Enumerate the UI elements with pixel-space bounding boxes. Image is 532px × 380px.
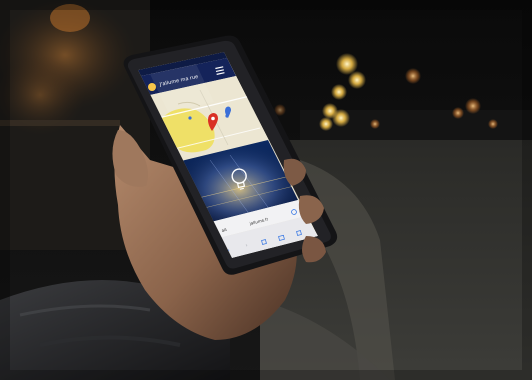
scene-svg: J'allume ma rue aA jallume.fr ‹ › (0, 0, 532, 380)
app-logo-icon (148, 83, 156, 91)
photo-scene: J'allume ma rue aA jallume.fr ‹ › (0, 0, 532, 380)
street-light (370, 119, 380, 129)
street-light (405, 68, 421, 84)
map-dot (188, 116, 192, 120)
street-light (452, 107, 464, 119)
street-light (465, 98, 481, 114)
street-light (348, 71, 366, 89)
fence-line (0, 120, 120, 126)
street-light (488, 119, 498, 129)
street-light (319, 117, 333, 131)
street-light (332, 109, 350, 127)
street-light (331, 84, 347, 100)
